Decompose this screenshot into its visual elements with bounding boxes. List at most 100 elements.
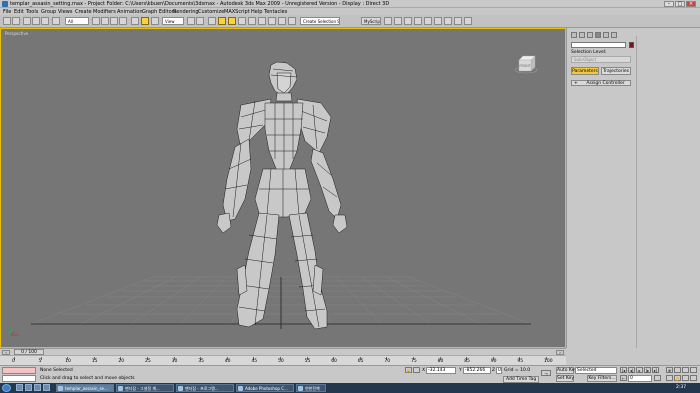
key-mode-dropdown[interactable]: Selected bbox=[575, 367, 617, 374]
taskbar-item-browser-1[interactable]: 팬더잡 - 그설정 계... bbox=[116, 384, 174, 392]
close-button[interactable]: × bbox=[686, 1, 696, 7]
maxscript-listener-mini[interactable] bbox=[2, 367, 36, 374]
quicklaunch-ie-icon[interactable] bbox=[34, 384, 41, 391]
pivot-center-icon[interactable] bbox=[187, 17, 195, 25]
go-to-end-icon[interactable]: ▸| bbox=[652, 367, 659, 373]
create-tab-icon[interactable] bbox=[571, 32, 577, 38]
time-configuration-icon[interactable] bbox=[654, 375, 661, 381]
keyboard-shortcut-override-icon[interactable] bbox=[208, 17, 216, 25]
snaps-toggle-icon[interactable] bbox=[218, 17, 226, 25]
time-slider[interactable]: 0 / 100 ‹ › bbox=[0, 348, 566, 355]
mirror-icon[interactable] bbox=[268, 17, 276, 25]
hierarchy-tab-icon[interactable] bbox=[587, 32, 593, 38]
go-to-start-icon[interactable]: |◂ bbox=[620, 367, 627, 373]
perspective-viewport[interactable]: Perspective FRONT bbox=[0, 28, 566, 348]
render-production-icon[interactable] bbox=[464, 17, 472, 25]
x-coordinate-field[interactable]: -32.143 bbox=[426, 367, 456, 374]
orbit-icon[interactable] bbox=[682, 375, 689, 381]
field-of-view-icon[interactable] bbox=[666, 375, 673, 381]
selection-filter-dropdown[interactable]: All bbox=[65, 17, 89, 25]
play-icon[interactable]: ▸ bbox=[636, 367, 643, 373]
quicklaunch-explorer-icon[interactable] bbox=[16, 384, 23, 391]
zoom-extents-icon[interactable] bbox=[682, 367, 689, 373]
select-scale-icon[interactable] bbox=[151, 17, 159, 25]
previous-frame-icon[interactable]: ◂| bbox=[628, 367, 635, 373]
z-coordinate-field[interactable]: 0.0 bbox=[496, 367, 502, 374]
track-bar[interactable]: 0 5 10 15 20 25 30 35 40 45 50 55 60 65 70 75 80 85 90 95 10… bbox=[0, 355, 566, 365]
utilities-tab-icon[interactable] bbox=[611, 32, 617, 38]
edit-named-selection-icon[interactable] bbox=[258, 17, 266, 25]
y-coordinate-field[interactable]: -852.266 bbox=[463, 367, 491, 374]
display-tab-icon[interactable] bbox=[603, 32, 609, 38]
taskbar-item-browser-2[interactable]: 팬더잡 - 프로그램... bbox=[176, 384, 234, 392]
3dsmax-app-icon[interactable] bbox=[2, 1, 8, 7]
viewport-label[interactable]: Perspective bbox=[5, 31, 28, 36]
curve-editor-icon[interactable] bbox=[384, 17, 392, 25]
angle-snap-icon[interactable] bbox=[228, 17, 236, 25]
redo-icon[interactable] bbox=[12, 17, 20, 25]
select-move-icon[interactable] bbox=[131, 17, 139, 25]
spinner-snap-icon[interactable] bbox=[248, 17, 256, 25]
quicklaunch-media-icon[interactable] bbox=[43, 384, 50, 391]
motion-tab-icon[interactable] bbox=[595, 32, 601, 38]
undo-icon[interactable] bbox=[3, 17, 11, 25]
window-crossing-icon[interactable] bbox=[119, 17, 127, 25]
rendered-frame-window-icon[interactable] bbox=[424, 17, 432, 25]
rectangular-selection-icon[interactable] bbox=[110, 17, 118, 25]
teapot-render-icon[interactable] bbox=[454, 17, 462, 25]
object-name-field[interactable] bbox=[571, 42, 626, 48]
taskbar-item-3dsmax[interactable]: templar_assasin_se... bbox=[56, 384, 114, 392]
align-icon[interactable] bbox=[278, 17, 286, 25]
bind-space-warp-icon[interactable] bbox=[41, 17, 49, 25]
modify-tab-icon[interactable] bbox=[579, 32, 585, 38]
absolute-mode-icon[interactable] bbox=[413, 367, 420, 373]
pan-view-icon[interactable]: ✋ bbox=[674, 375, 681, 381]
selection-filter-icon[interactable] bbox=[52, 17, 60, 25]
tab-parameters[interactable]: Parameters bbox=[571, 67, 599, 75]
set-key-button[interactable]: Set Key bbox=[556, 375, 574, 382]
set-key-icon[interactable]: ⊸ bbox=[541, 370, 551, 376]
window-title: templar_assasin_setting.max - Project Fo… bbox=[10, 1, 390, 7]
start-button[interactable] bbox=[2, 384, 11, 392]
select-by-name-icon[interactable] bbox=[101, 17, 109, 25]
tab-trajectories[interactable]: Trajectories bbox=[601, 67, 631, 75]
quick-render-icon[interactable] bbox=[434, 17, 442, 25]
select-rotate-icon[interactable] bbox=[141, 17, 149, 25]
sub-object-dropdown[interactable]: Sub-Object bbox=[571, 56, 631, 63]
current-frame-field[interactable]: 0 bbox=[628, 375, 652, 382]
minimize-button[interactable]: – bbox=[664, 1, 674, 7]
myscript-button[interactable]: MyScript bbox=[361, 17, 381, 25]
layer-manager-icon[interactable] bbox=[288, 17, 296, 25]
auto-key-button[interactable]: Auto Key bbox=[556, 367, 577, 374]
maximize-viewport-icon[interactable] bbox=[690, 375, 697, 381]
key-filters-button[interactable]: Key Filters... bbox=[587, 375, 617, 382]
track-tick-label: 25 bbox=[145, 359, 151, 364]
render-setup-icon[interactable] bbox=[414, 17, 422, 25]
unlink-icon[interactable] bbox=[32, 17, 40, 25]
system-clock[interactable]: 2:37 bbox=[676, 385, 686, 390]
zoom-all-icon[interactable] bbox=[674, 367, 681, 373]
maxscript-output-mini[interactable] bbox=[2, 375, 36, 382]
assign-controller-rollout[interactable]: + Assign Controller bbox=[571, 80, 631, 86]
reference-coordinate-dropdown[interactable]: View bbox=[162, 17, 184, 25]
select-link-icon[interactable] bbox=[23, 17, 31, 25]
taskbar-item-photoshop[interactable]: Adobe Photoshop C... bbox=[236, 384, 294, 392]
render-icon[interactable] bbox=[444, 17, 452, 25]
schematic-view-icon[interactable] bbox=[394, 17, 402, 25]
taskbar-item-dictionary[interactable]: 연한전책 bbox=[296, 384, 326, 392]
zoom-extents-all-icon[interactable] bbox=[690, 367, 697, 373]
zoom-icon[interactable]: ⊕ bbox=[666, 367, 673, 373]
material-editor-icon[interactable] bbox=[404, 17, 412, 25]
lock-selection-icon[interactable]: 🔒 bbox=[405, 367, 412, 373]
select-object-icon[interactable] bbox=[92, 17, 100, 25]
viewcube[interactable]: FRONT bbox=[514, 54, 538, 74]
select-manipulate-icon[interactable] bbox=[196, 17, 204, 25]
quicklaunch-desktop-icon[interactable] bbox=[25, 384, 32, 391]
add-time-tag-button[interactable]: Add Time Tag bbox=[503, 376, 540, 383]
object-color-swatch[interactable] bbox=[629, 42, 634, 48]
maximize-button[interactable]: □ bbox=[675, 1, 685, 7]
key-mode-toggle-icon[interactable]: ⊢ bbox=[620, 375, 627, 381]
next-frame-icon[interactable]: |▸ bbox=[644, 367, 651, 373]
percent-snap-icon[interactable] bbox=[238, 17, 246, 25]
named-selection-dropdown[interactable]: Create Selection Set bbox=[300, 17, 340, 25]
